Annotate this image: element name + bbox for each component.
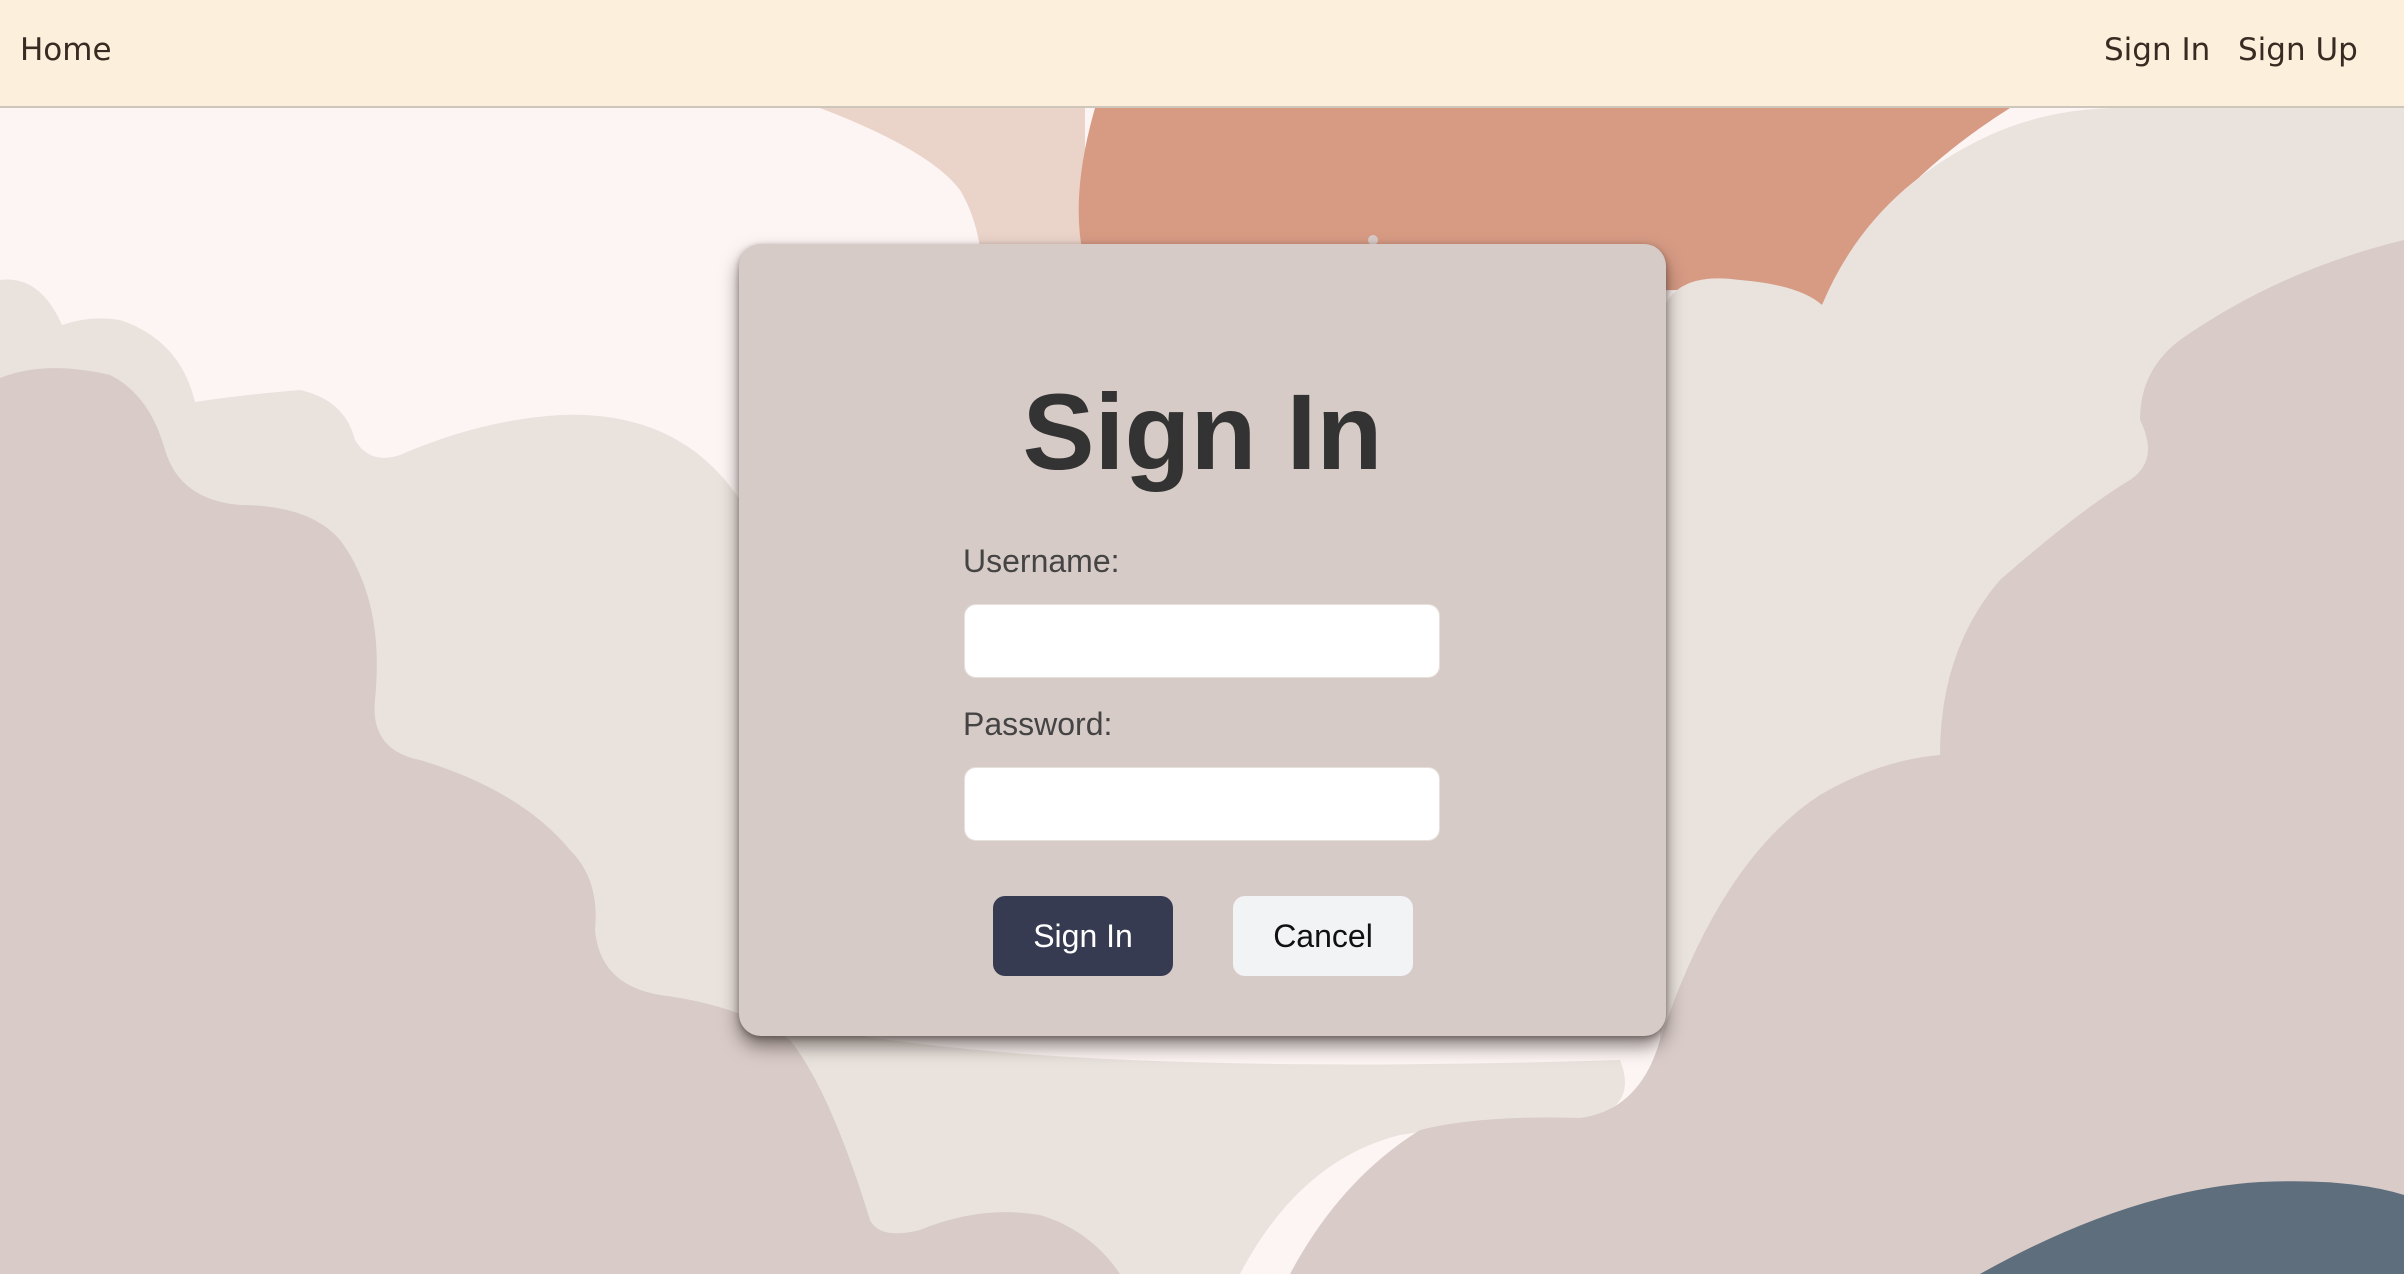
username-input[interactable] — [964, 604, 1440, 678]
signin-button[interactable]: Sign In — [993, 896, 1173, 976]
nav-signup-link[interactable]: Sign Up — [2238, 28, 2358, 72]
nav-home-link[interactable]: Home — [20, 28, 112, 72]
password-input[interactable] — [964, 767, 1440, 841]
username-label: Username: — [963, 543, 1120, 579]
signin-card: Sign In Username: Password: Sign In Canc… — [739, 244, 1666, 1036]
navbar: Home Sign In Sign Up — [0, 0, 2404, 108]
signin-title: Sign In — [1022, 371, 1383, 492]
nav-signin-link[interactable]: Sign In — [2104, 28, 2210, 72]
cancel-button[interactable]: Cancel — [1233, 896, 1413, 976]
page: Home Sign In Sign Up Sign In Username: P… — [0, 0, 2404, 1274]
password-label: Password: — [963, 706, 1113, 742]
